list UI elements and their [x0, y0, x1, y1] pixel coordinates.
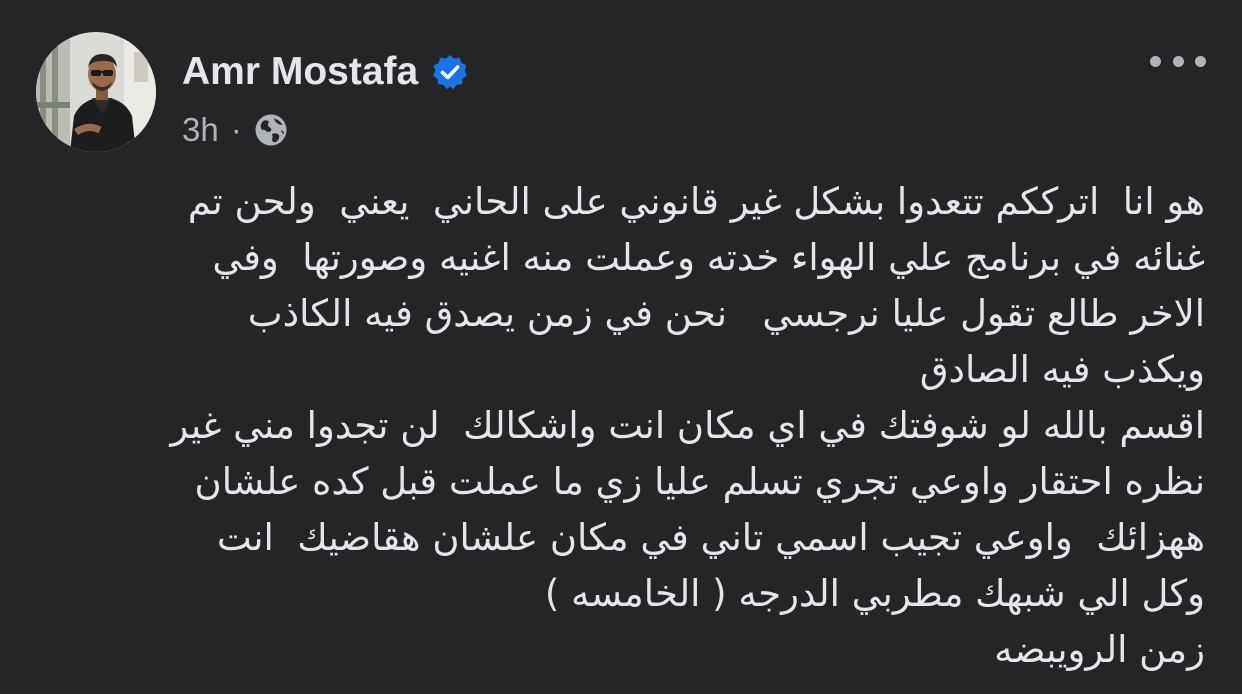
- avatar-image: [36, 32, 156, 152]
- post-line: هو انا اترككم تتعدوا بشكل غير قانوني على…: [187, 180, 1205, 223]
- meta-separator: ·: [230, 111, 242, 148]
- more-dot: [1195, 55, 1206, 67]
- more-options-icon[interactable]: [1150, 44, 1206, 78]
- post-line: ههزائك واوعي تجيب اسمي تاني في مكان علشا…: [216, 516, 1205, 559]
- more-dot: [1172, 55, 1184, 67]
- post-line: وكل الي شبهك مطربي الدرجه ( الخامسه ): [544, 572, 1205, 615]
- globe-icon[interactable]: [254, 113, 288, 147]
- verified-badge-icon: [431, 53, 469, 91]
- post-text: هو انا اترككم تتعدوا بشكل غير قانوني على…: [60, 174, 1205, 678]
- post-timestamp[interactable]: 3h: [182, 111, 219, 149]
- author-name[interactable]: Amr Mostafa: [182, 50, 418, 94]
- post-line: غنائه في برنامج علي الهواء خدته وعملت من…: [212, 236, 1205, 279]
- author-avatar[interactable]: [36, 32, 156, 152]
- post-line: نظره احتقار واوعي تجري تسلم عليا زي ما ع…: [194, 460, 1205, 503]
- post-line: ويكذب فيه الصادق: [919, 348, 1205, 391]
- post-line: زمن الرويبضه: [994, 628, 1205, 671]
- post-line: الاخر طالع تقول عليا نرجسي نحن في زمن يص…: [247, 292, 1205, 335]
- more-dot: [1150, 55, 1161, 67]
- post-line: اقسم بالله لو شوفتك في اي مكان انت واشكا…: [170, 404, 1205, 447]
